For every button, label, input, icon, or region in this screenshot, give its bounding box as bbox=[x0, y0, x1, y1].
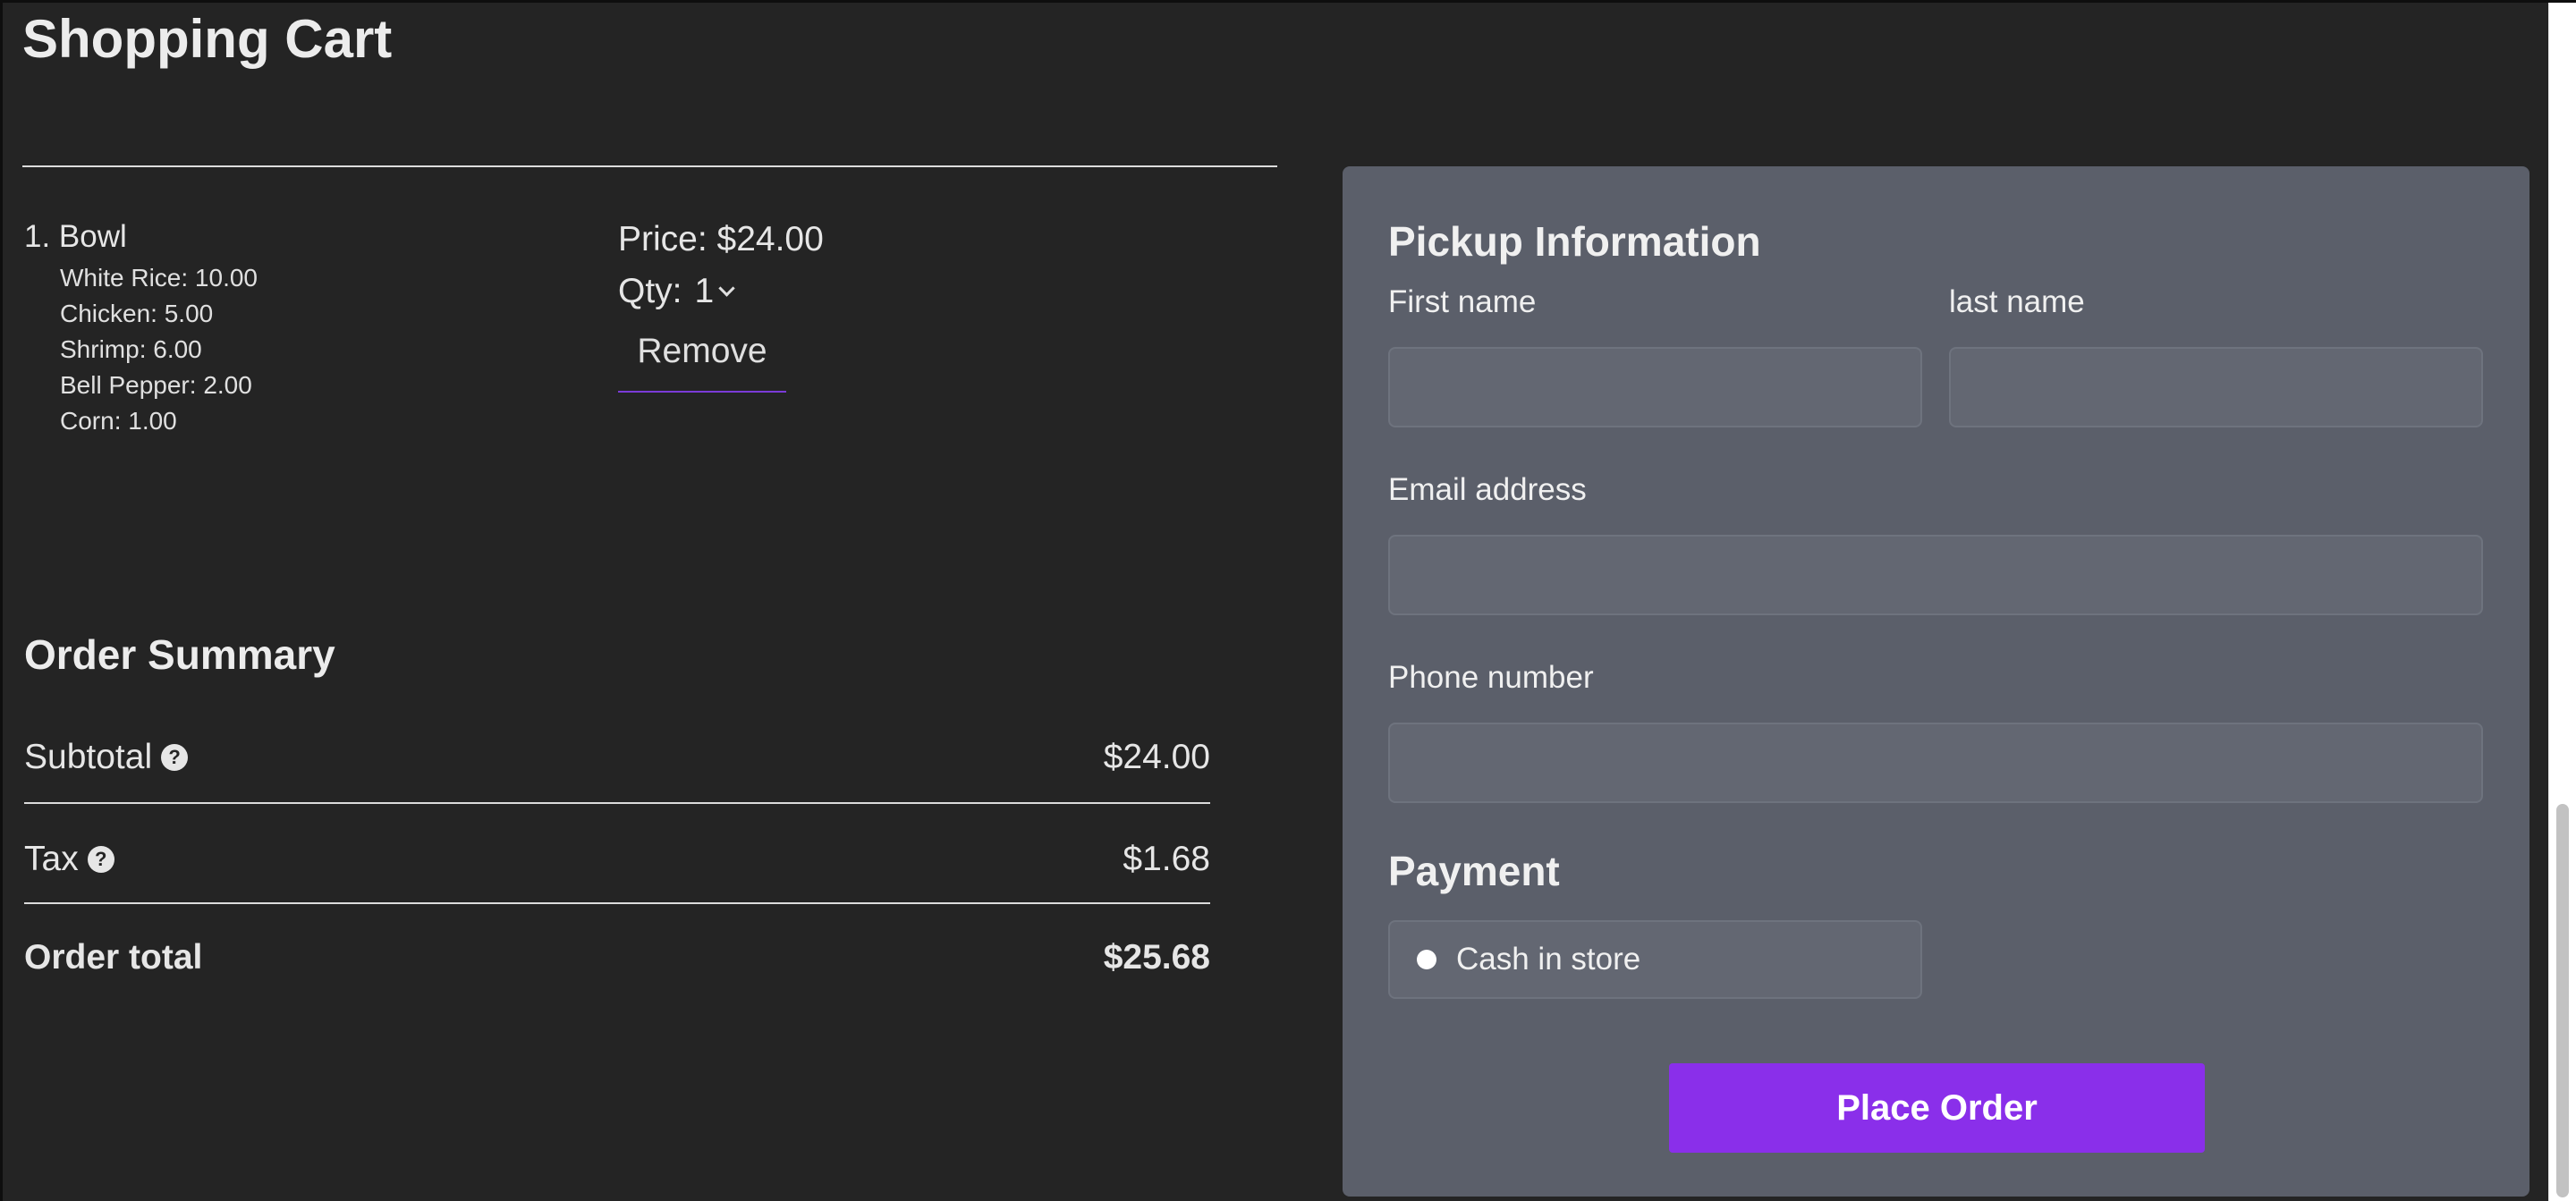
quantity-row: Qty: 1 bbox=[618, 266, 824, 317]
payment-title: Payment bbox=[1388, 848, 1560, 894]
ingredient-list: White Rice: 10.00 Chicken: 5.00 Shrimp: … bbox=[24, 260, 597, 439]
pickup-title: Pickup Information bbox=[1388, 218, 1761, 265]
payment-option-label: Cash in store bbox=[1456, 942, 1641, 977]
first-name-label: First name bbox=[1388, 284, 1537, 319]
subtotal-label-group: Subtotal ? bbox=[24, 738, 189, 777]
order-summary-title: Order Summary bbox=[24, 631, 335, 678]
page-title: Shopping Cart bbox=[22, 9, 393, 69]
question-circle-icon[interactable]: ? bbox=[161, 744, 189, 771]
cart-divider bbox=[22, 165, 1277, 167]
last-name-field[interactable] bbox=[1949, 347, 2483, 427]
last-name-label: last name bbox=[1949, 284, 2085, 319]
ingredient-item: Chicken: 5.00 bbox=[60, 300, 214, 327]
order-total-label: Order total bbox=[24, 938, 203, 977]
tax-label-group: Tax ? bbox=[24, 840, 114, 879]
cart-item-controls: Price: $24.00 Qty: 1 Remove bbox=[618, 214, 824, 393]
ingredient-item: Corn: 1.00 bbox=[60, 407, 177, 435]
page: Shopping Cart 1. Bowl White Rice: 10.00 … bbox=[0, 0, 2576, 1201]
first-name-field[interactable] bbox=[1388, 347, 1922, 427]
subtotal-value: $24.00 bbox=[1103, 738, 1210, 776]
order-total-value: $25.68 bbox=[1103, 938, 1210, 977]
quantity-value: 1 bbox=[694, 272, 715, 310]
cart-item-name: 1. Bowl bbox=[24, 219, 127, 254]
subtotal-label: Subtotal bbox=[24, 738, 153, 776]
payment-option-cash[interactable]: Cash in store bbox=[1388, 920, 1922, 999]
tax-label: Tax bbox=[24, 840, 79, 878]
email-field[interactable] bbox=[1388, 535, 2483, 615]
cart-item: 1. Bowl White Rice: 10.00 Chicken: 5.00 … bbox=[24, 216, 597, 439]
phone-field[interactable] bbox=[1388, 723, 2483, 803]
item-price: Price: $24.00 bbox=[618, 220, 824, 258]
scrollbar-thumb[interactable] bbox=[2556, 804, 2569, 1197]
order-total-row: Order total $25.68 bbox=[24, 904, 1210, 1011]
chevron-down-icon bbox=[718, 279, 735, 297]
phone-label: Phone number bbox=[1388, 660, 1594, 695]
quantity-label: Qty: bbox=[618, 272, 682, 310]
pickup-panel: Pickup Information First name last name … bbox=[1343, 166, 2529, 1197]
ingredient-item: White Rice: 10.00 bbox=[60, 264, 258, 292]
radio-icon[interactable] bbox=[1417, 950, 1436, 969]
remove-button[interactable]: Remove bbox=[618, 330, 786, 393]
tax-value: $1.68 bbox=[1123, 840, 1210, 878]
ingredient-item: Bell Pepper: 2.00 bbox=[60, 371, 252, 399]
place-order-button[interactable]: Place Order bbox=[1669, 1063, 2205, 1153]
quantity-select[interactable]: 1 bbox=[694, 266, 735, 317]
subtotal-row: Subtotal ? $24.00 bbox=[24, 715, 1210, 804]
question-circle-icon[interactable]: ? bbox=[87, 846, 114, 873]
email-label: Email address bbox=[1388, 472, 1587, 507]
tax-row: Tax ? $1.68 bbox=[24, 804, 1210, 904]
ingredient-item: Shrimp: 6.00 bbox=[60, 335, 202, 363]
scrollbar[interactable] bbox=[2548, 3, 2576, 1201]
